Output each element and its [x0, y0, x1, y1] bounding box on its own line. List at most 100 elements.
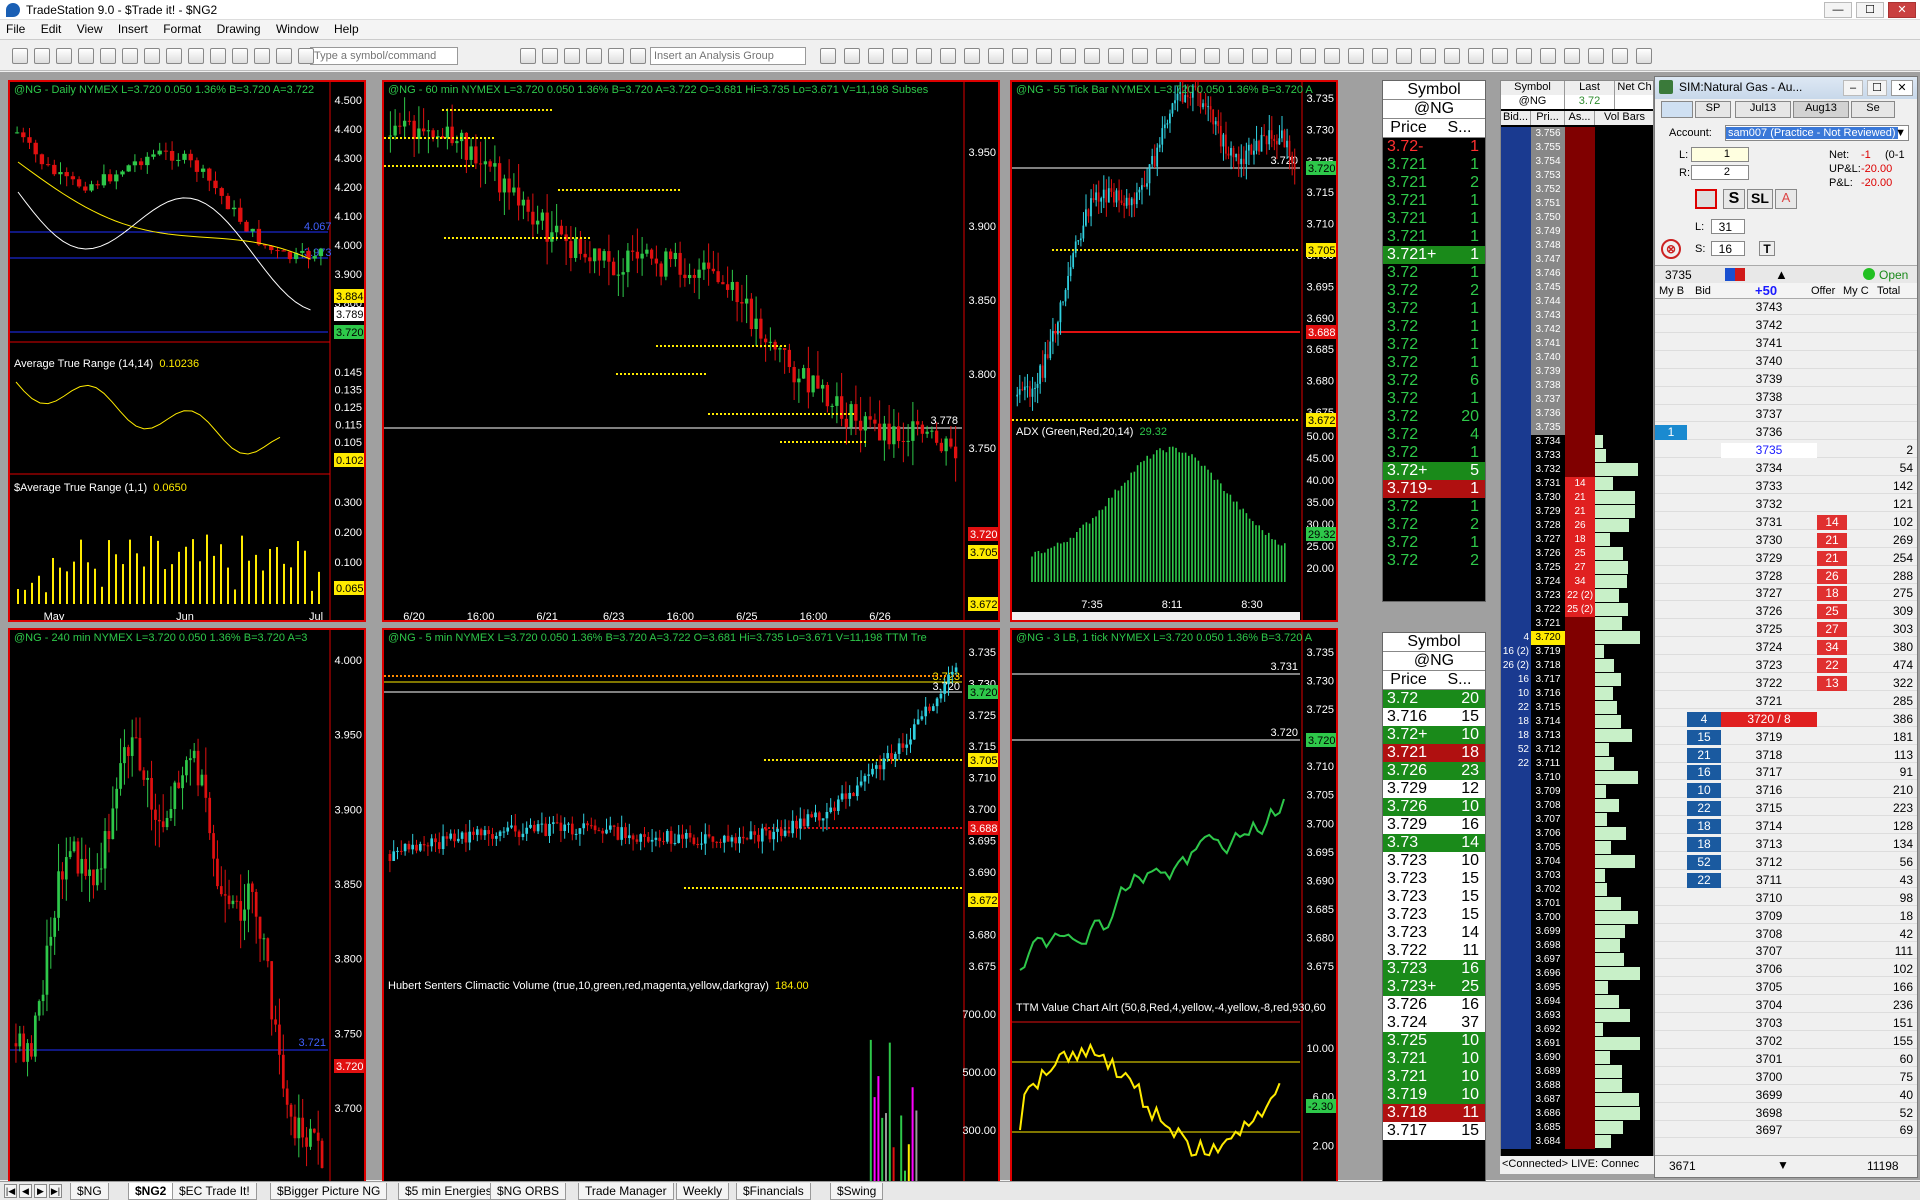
ts2-symbol[interactable]: @NG — [1383, 652, 1485, 671]
dom-bid-cell[interactable] — [1687, 1123, 1721, 1138]
chart-ng-3lb[interactable]: 3.7353.7303.7253.7153.7103.7053.7003.695… — [1010, 628, 1338, 1200]
dom-bid-cell[interactable] — [1687, 354, 1721, 369]
matrix-ask-cell[interactable] — [1565, 939, 1595, 953]
matrix-bid-cell[interactable] — [1501, 155, 1531, 169]
toolbar-tool-icon[interactable] — [232, 48, 248, 64]
dom-total-cell[interactable]: 18 — [1881, 909, 1917, 924]
matrix-bid-cell[interactable] — [1501, 295, 1531, 309]
dom-total-cell[interactable] — [1881, 390, 1917, 405]
matrix-row[interactable]: 3.692 — [1501, 1023, 1653, 1037]
matrix-row[interactable]: 3.686 — [1501, 1107, 1653, 1121]
matrix-bid-cell[interactable] — [1501, 855, 1531, 869]
matrix-bid-cell[interactable] — [1501, 575, 1531, 589]
matrix-ask-cell[interactable] — [1565, 645, 1595, 659]
toolbar-tool-icon[interactable] — [1420, 48, 1436, 64]
matrix-bid-cell[interactable]: 26 (2) — [1501, 659, 1531, 673]
dom-mybid-cell[interactable] — [1655, 407, 1687, 422]
dom-bid-cell[interactable] — [1687, 676, 1721, 691]
toolbar-tool-icon[interactable] — [12, 48, 28, 64]
matrix-price-cell[interactable]: 3.697 — [1531, 953, 1565, 967]
matrix-ask-cell[interactable] — [1565, 169, 1595, 183]
dom-price-cell[interactable]: 3703 — [1721, 1016, 1817, 1031]
dom-mybid-cell[interactable] — [1655, 586, 1687, 601]
tab--5-min-energies[interactable]: $5 min Energies — [398, 1183, 499, 1200]
dom-total-cell[interactable]: 322 — [1881, 676, 1917, 691]
dom-price-cell[interactable]: 3736 — [1721, 425, 1817, 440]
toolbar-tool-icon[interactable] — [56, 48, 72, 64]
matrix-ask-cell[interactable] — [1565, 379, 1595, 393]
matrix-bid-cell[interactable] — [1501, 253, 1531, 267]
matrix-ask-cell[interactable] — [1565, 659, 1595, 673]
dom-price-cell[interactable]: 3715 — [1721, 801, 1817, 816]
toolbar-tool-icon[interactable] — [1036, 48, 1052, 64]
matrix-ask-cell[interactable] — [1565, 855, 1595, 869]
matrix-row[interactable]: 3.706 — [1501, 827, 1653, 841]
matrix-price-cell[interactable]: 3.730 — [1531, 491, 1565, 505]
matrix-price-cell[interactable]: 3.719 — [1531, 645, 1565, 659]
matrix-price-cell[interactable]: 3.754 — [1531, 155, 1565, 169]
matrix-ask-cell[interactable] — [1565, 155, 1595, 169]
dom-row[interactable]: 3704 236 — [1655, 998, 1917, 1014]
dom-row[interactable]: 3724 34 380 — [1655, 640, 1917, 656]
matrix-price-cell[interactable]: 3.751 — [1531, 197, 1565, 211]
dom-row[interactable]: 3735 2 — [1655, 443, 1917, 459]
tab-weekly[interactable]: Weekly — [676, 1183, 730, 1200]
dom-bid-cell[interactable] — [1687, 944, 1721, 959]
matrix-row[interactable]: 3.704 — [1501, 855, 1653, 869]
matrix-ask-cell[interactable] — [1565, 715, 1595, 729]
stop-s-button[interactable]: S — [1723, 189, 1745, 209]
dom-row[interactable]: 3708 42 — [1655, 927, 1917, 942]
toolbar-tool-icon[interactable] — [844, 48, 860, 64]
matrix-row[interactable]: 3.693 — [1501, 1009, 1653, 1023]
toolbar-tool-icon[interactable] — [1540, 48, 1556, 64]
dom-bid-cell[interactable] — [1687, 927, 1721, 942]
chart-ng-60min[interactable]: 3.950 3.900 3.850 3.800 3.750 3.778 3.720 3.705… — [382, 80, 1000, 622]
matrix-bid-cell[interactable]: 18 — [1501, 715, 1531, 729]
dom-total-cell[interactable]: 102 — [1881, 962, 1917, 977]
dom-myask-cell[interactable] — [1847, 533, 1881, 548]
matrix-price-cell[interactable]: 3.704 — [1531, 855, 1565, 869]
dom-mybid-cell[interactable] — [1655, 819, 1687, 834]
l2-qty-input[interactable]: 31 — [1711, 219, 1745, 234]
dom-total-cell[interactable] — [1881, 318, 1917, 333]
dom-row[interactable]: 3709 18 — [1655, 909, 1917, 924]
matrix-bid-cell[interactable] — [1501, 281, 1531, 295]
dom-bid-cell[interactable] — [1687, 461, 1721, 476]
matrix-ask-cell[interactable] — [1565, 631, 1595, 645]
dom-offer-cell[interactable]: 21 — [1817, 532, 1847, 548]
matrix-bid-cell[interactable] — [1501, 351, 1531, 365]
dom-total-cell[interactable]: 474 — [1881, 658, 1917, 673]
tab--bigger-picture-ng[interactable]: $Bigger Picture NG — [270, 1183, 388, 1200]
matrix-ask-cell[interactable] — [1565, 827, 1595, 841]
matrix-row[interactable]: 3.707 — [1501, 813, 1653, 827]
dom-bid-cell[interactable] — [1687, 1034, 1721, 1049]
dom-mybid-cell[interactable] — [1655, 622, 1687, 637]
dom-row[interactable]: 3738 — [1655, 390, 1917, 405]
matrix-row[interactable]: 3.689 — [1501, 1065, 1653, 1079]
dom-mybid-cell[interactable] — [1655, 551, 1687, 566]
matrix-bid-cell[interactable]: 10 — [1501, 687, 1531, 701]
dom-price-cell[interactable]: 3704 — [1721, 998, 1817, 1013]
dom-mybid-cell[interactable] — [1655, 658, 1687, 673]
dom-total-cell[interactable]: 98 — [1881, 891, 1917, 906]
dom-myask-cell[interactable] — [1847, 891, 1881, 906]
matrix-ask-cell[interactable]: 25 (2) — [1565, 603, 1595, 617]
dom-total-cell[interactable]: 111 — [1881, 944, 1917, 959]
matrix-price-cell[interactable]: 3.715 — [1531, 701, 1565, 715]
matrix-row[interactable]: 16 3.717 — [1501, 673, 1653, 687]
dom-myask-cell[interactable] — [1847, 300, 1881, 315]
analysis-group-input[interactable] — [650, 47, 806, 65]
dom-offer-cell[interactable] — [1817, 407, 1847, 422]
dom-myask-cell[interactable] — [1847, 497, 1881, 512]
matrix-bid-cell[interactable] — [1501, 995, 1531, 1009]
dom-mybid-cell[interactable] — [1655, 873, 1687, 888]
dom-mybid-cell[interactable] — [1655, 980, 1687, 995]
dom-offer-cell[interactable] — [1817, 891, 1847, 906]
dom-offer-cell[interactable]: 27 — [1817, 622, 1847, 638]
dom-row[interactable]: 52 3712 56 — [1655, 854, 1917, 870]
matrix-ask-cell[interactable] — [1565, 883, 1595, 897]
dom-bid-cell[interactable] — [1687, 1070, 1721, 1085]
matrix-ask-cell[interactable] — [1565, 281, 1595, 295]
matrix-bid-cell[interactable] — [1501, 617, 1531, 631]
matrix-bid-cell[interactable] — [1501, 449, 1531, 463]
